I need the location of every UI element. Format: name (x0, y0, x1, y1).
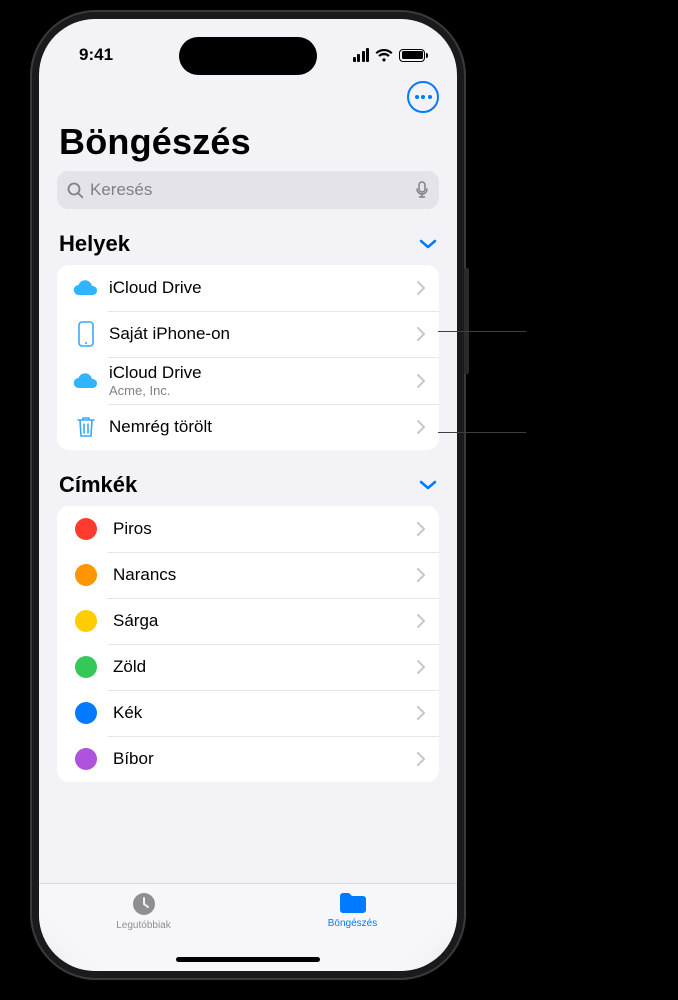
row-label: Kék (113, 703, 417, 723)
wifi-icon (375, 49, 393, 62)
location-row-icloud-acme[interactable]: iCloud Drive Acme, Inc. (57, 357, 439, 404)
chevron-right-icon (417, 374, 425, 388)
row-label: Saját iPhone-on (109, 324, 417, 344)
icloud-icon (71, 371, 101, 391)
battery-icon (399, 49, 425, 62)
tag-color-dot (75, 656, 97, 678)
chevron-right-icon (417, 281, 425, 295)
tag-row-red[interactable]: Piros (57, 506, 439, 552)
section-title: Címkék (59, 472, 137, 498)
chevron-right-icon (417, 522, 425, 536)
phone-frame: 9:41 Böngészés (30, 10, 466, 980)
status-time: 9:41 (79, 45, 113, 65)
location-row-icloud[interactable]: iCloud Drive (57, 265, 439, 311)
section-header-tags[interactable]: Címkék (39, 450, 457, 506)
search-icon (67, 182, 84, 199)
chevron-right-icon (417, 752, 425, 766)
chevron-right-icon (417, 660, 425, 674)
chevron-right-icon (417, 420, 425, 434)
tag-row-blue[interactable]: Kék (57, 690, 439, 736)
tag-row-orange[interactable]: Narancs (57, 552, 439, 598)
chevron-down-icon (419, 238, 437, 250)
callout-line (438, 331, 526, 332)
page-title: Böngészés (39, 113, 457, 171)
chevron-right-icon (417, 568, 425, 582)
tag-color-dot (75, 518, 97, 540)
locations-group: iCloud Drive Saját iPhone-on (57, 265, 439, 450)
more-button[interactable] (407, 81, 439, 113)
row-label: Sárga (113, 611, 417, 631)
chevron-right-icon (417, 614, 425, 628)
row-label: Zöld (113, 657, 417, 677)
microphone-icon[interactable] (415, 181, 429, 199)
row-label: Bíbor (113, 749, 417, 769)
row-label: Nemrég törölt (109, 417, 417, 437)
power-button (464, 268, 469, 374)
status-indicators (353, 48, 426, 62)
search-field[interactable]: Keresés (57, 171, 439, 209)
dynamic-island (179, 37, 317, 75)
tags-group: Piros Narancs Sárga Zöld (57, 506, 439, 782)
tag-color-dot (75, 702, 97, 724)
row-label: Piros (113, 519, 417, 539)
row-label: Narancs (113, 565, 417, 585)
screen: 9:41 Böngészés (39, 19, 457, 971)
location-row-trash[interactable]: Nemrég törölt (57, 404, 439, 450)
chevron-right-icon (417, 706, 425, 720)
row-subtitle: Acme, Inc. (109, 383, 417, 398)
section-header-locations[interactable]: Helyek (39, 209, 457, 265)
row-label: iCloud Drive (109, 278, 417, 298)
location-row-iphone[interactable]: Saját iPhone-on (57, 311, 439, 357)
section-title: Helyek (59, 231, 130, 257)
cellular-icon (353, 48, 370, 62)
row-label: iCloud Drive (109, 363, 417, 383)
tag-color-dot (75, 610, 97, 632)
tab-label: Böngészés (328, 918, 377, 929)
home-indicator[interactable] (176, 957, 320, 962)
tag-color-dot (75, 748, 97, 770)
tag-row-green[interactable]: Zöld (57, 644, 439, 690)
trash-icon (71, 415, 101, 439)
icloud-icon (71, 278, 101, 298)
chevron-right-icon (417, 327, 425, 341)
folder-icon (338, 890, 368, 916)
clock-icon (130, 890, 158, 918)
tag-color-dot (75, 564, 97, 586)
search-placeholder: Keresés (90, 180, 409, 200)
iphone-icon (71, 321, 101, 347)
tag-row-purple[interactable]: Bíbor (57, 736, 439, 782)
tab-label: Legutóbbiak (116, 920, 171, 931)
tag-row-yellow[interactable]: Sárga (57, 598, 439, 644)
chevron-down-icon (419, 479, 437, 491)
callout-line (438, 432, 526, 433)
